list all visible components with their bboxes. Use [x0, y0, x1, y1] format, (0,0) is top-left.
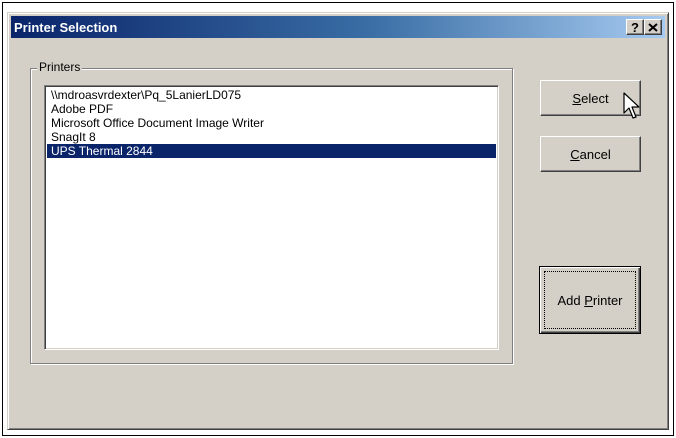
list-item[interactable]: Microsoft Office Document Image Writer — [47, 116, 496, 130]
select-button-label: Select — [572, 90, 609, 106]
help-button[interactable]: ? — [626, 19, 644, 35]
list-item-selected[interactable]: UPS Thermal 2844 — [47, 144, 496, 158]
help-icon: ? — [631, 19, 639, 35]
focus-rectangle — [544, 271, 636, 329]
add-printer-button[interactable]: Add Printer — [539, 266, 641, 334]
printers-listbox[interactable]: \\mdroasvrdexter\Pq_5LanierLD075 Adobe P… — [44, 85, 499, 350]
close-button[interactable] — [644, 19, 662, 35]
list-item[interactable]: Adobe PDF — [47, 102, 496, 116]
list-item[interactable]: \\mdroasvrdexter\Pq_5LanierLD075 — [47, 88, 496, 102]
printers-group-label: Printers — [37, 60, 83, 74]
list-item[interactable]: SnagIt 8 — [47, 130, 496, 144]
cancel-button-label: Cancel — [570, 146, 611, 162]
close-icon — [648, 21, 658, 34]
title-bar[interactable]: Printer Selection ? — [11, 16, 665, 38]
cancel-button[interactable]: Cancel — [540, 136, 641, 172]
mouse-pointer-icon — [623, 92, 640, 119]
window-title: Printer Selection — [14, 19, 118, 35]
